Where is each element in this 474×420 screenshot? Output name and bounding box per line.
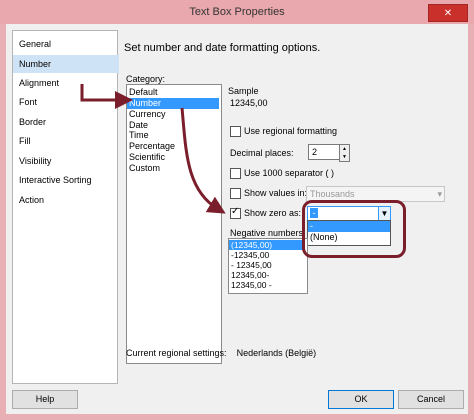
regional-settings-value: Nederlands (België) xyxy=(236,348,317,358)
regional-settings-label: Current regional settings: xyxy=(126,348,227,358)
sample-value: 12345,00 xyxy=(230,98,268,108)
nav-item-alignment[interactable]: Alignment xyxy=(13,74,119,92)
nav-item-action[interactable]: Action xyxy=(13,191,119,209)
cancel-button[interactable]: Cancel xyxy=(398,390,464,409)
nav-item-number[interactable]: Number xyxy=(13,55,119,73)
category-label: Category: xyxy=(126,74,166,84)
decimal-places-stepper[interactable]: ▲ ▼ xyxy=(339,144,350,162)
regional-settings: Current regional settings: Nederlands (B… xyxy=(126,348,316,358)
page-heading: Set number and date formatting options. xyxy=(124,42,321,54)
help-button[interactable]: Help xyxy=(12,390,78,409)
close-icon: ✕ xyxy=(443,7,453,19)
sample-box: Sample 12345,00 xyxy=(228,86,370,116)
title-bar[interactable]: Text Box Properties ✕ xyxy=(0,0,474,24)
show-zero-label: Show zero as: xyxy=(244,208,302,218)
negative-numbers-label: Negative numbers: xyxy=(230,228,306,238)
nav-panel: General Number Alignment Font Border Fil… xyxy=(12,30,119,384)
negative-item[interactable]: 12345,00 - xyxy=(229,280,305,290)
category-item-scientific[interactable]: Scientific xyxy=(127,152,219,163)
show-values-in-checkbox[interactable] xyxy=(230,188,241,199)
show-values-in-label: Show values in: xyxy=(244,188,308,198)
nav-item-visibility[interactable]: Visibility xyxy=(13,152,119,170)
category-item-default[interactable]: Default xyxy=(127,87,219,98)
dialog-body: General Number Alignment Font Border Fil… xyxy=(6,24,468,414)
negative-item[interactable]: - 12345,00 xyxy=(229,260,305,270)
negative-numbers-list[interactable]: (12345,00) -12345,00 - 12345,00 12345,00… xyxy=(228,238,308,294)
nav-item-general[interactable]: General xyxy=(13,35,119,53)
nav-item-interactive-sorting[interactable]: Interactive Sorting xyxy=(13,171,119,189)
decimal-places-label: Decimal places: xyxy=(230,148,294,158)
category-item-number[interactable]: Number xyxy=(127,98,219,109)
use-1000-separator-checkbox[interactable] xyxy=(230,168,241,179)
nav-item-fill[interactable]: Fill xyxy=(13,132,119,150)
negative-item[interactable]: -12345,00 xyxy=(229,250,305,260)
use-regional-checkbox[interactable] xyxy=(230,126,241,137)
nav-item-border[interactable]: Border xyxy=(13,113,119,131)
ok-button[interactable]: OK xyxy=(328,390,394,409)
category-item-time[interactable]: Time xyxy=(127,130,219,141)
sample-label: Sample xyxy=(228,86,259,96)
dialog-window: Text Box Properties ✕ General Number Ali… xyxy=(0,0,474,420)
chevron-up-icon[interactable]: ▲ xyxy=(340,145,349,153)
show-values-in-value: Thousands xyxy=(310,189,355,199)
chevron-down-icon: ▾ xyxy=(437,189,442,199)
show-zero-checkbox[interactable] xyxy=(230,206,241,219)
category-item-currency[interactable]: Currency xyxy=(127,109,219,120)
decimal-places-input[interactable]: 2 xyxy=(308,144,341,160)
use-1000-separator-label: Use 1000 separator ( ) xyxy=(244,168,335,178)
negative-item[interactable]: 12345,00- xyxy=(229,270,305,280)
use-regional-label: Use regional formatting xyxy=(244,126,338,136)
annotation-highlight xyxy=(302,200,406,258)
chevron-down-icon[interactable]: ▼ xyxy=(340,153,349,161)
close-button[interactable]: ✕ xyxy=(428,4,468,22)
category-item-custom[interactable]: Custom xyxy=(127,163,219,174)
nav-item-font[interactable]: Font xyxy=(13,93,119,111)
negative-item[interactable]: (12345,00) xyxy=(229,240,305,250)
category-list[interactable]: Default Number Currency Date Time Percen… xyxy=(126,84,222,364)
category-item-percentage[interactable]: Percentage xyxy=(127,141,219,152)
window-title: Text Box Properties xyxy=(189,6,285,18)
